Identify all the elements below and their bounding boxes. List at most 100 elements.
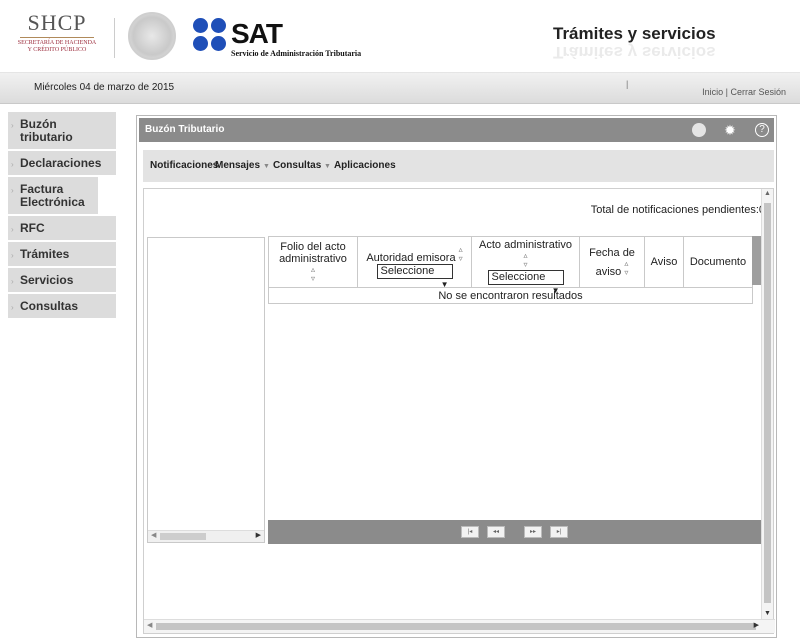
scrollbar-thumb[interactable] [160,533,206,540]
date-bar: Miércoles 04 de marzo de 2015 | Inicio |… [0,72,800,104]
scrollbar-thumb[interactable] [156,623,756,630]
sidebar-item-tramites[interactable]: › Trámites [8,242,116,268]
sat-logo-icon[interactable] [193,18,227,52]
column-header-label: Aviso [650,256,678,268]
sidebar-item-servicios[interactable]: › Servicios [8,268,116,294]
column-header-label: Documento [689,256,747,268]
tab-consultas-label: Consultas [272,160,322,171]
scrollbar-thumb[interactable] [764,203,771,603]
sort-icon[interactable]: ▵ ▿ [523,251,527,269]
caret-down-icon: ▼ [324,163,331,170]
notifications-table: Folio del acto administrativo ▵ ▿ Autorid… [268,236,753,304]
chevron-right-icon: › [11,186,14,195]
chevron-right-icon: › [11,121,14,130]
scroll-left-icon[interactable]: ◀ [151,531,156,539]
scroll-up-icon[interactable]: ▲ [764,190,771,197]
scroll-left-icon[interactable]: ◀ [147,621,152,629]
sidebar-item-rfc[interactable]: › RFC [8,216,116,242]
sort-icon[interactable]: ▵ ▿ [459,245,463,263]
notifications-grid: Folio del acto administrativo ▵ ▿ Autorid… [268,236,762,545]
sat-subtitle: Servicio de Administración Tributaria [231,49,362,58]
sidebar-menu: › Buzón tributario › Declaraciones › Factur… [8,112,116,320]
inicio-link[interactable]: Inicio [702,87,723,97]
session-links: Inicio | Cerrar Sesión [702,87,786,97]
sat-logo[interactable]: SAT Servicio de Administración Tributari… [231,18,362,59]
chevron-right-icon: › [11,225,14,234]
header-divider [114,18,115,58]
column-header-label: Folio del acto administrativo [279,240,347,265]
content-vertical-scrollbar[interactable]: ▲ ▼ [761,189,773,619]
shcp-line1: SECRETARÍA DE HACIENDA [17,40,97,46]
sidebar-item-buzon-tributario[interactable]: › Buzón tributario [8,112,116,151]
cerrar-sesion-link[interactable]: Cerrar Sesión [730,87,786,97]
tree-horizontal-scrollbar[interactable]: ◀ ▶ [148,530,264,542]
shcp-logo-rule [20,37,94,38]
chevron-right-icon: › [11,160,14,169]
acto-filter-select[interactable]: Seleccione ▼ [487,270,564,295]
sidebar-item-label: Factura Electrónica [20,182,85,209]
column-header-fecha[interactable]: Fecha de aviso ▵ ▿ [579,236,645,288]
sidebar-item-consultas[interactable]: › Consultas [8,294,116,320]
help-icon[interactable]: ? [755,123,769,137]
table-row: No se encontraron resultados [268,287,753,304]
grid-pager: |◂ ◂◂ ▸▸ ▸| [268,520,762,544]
notifications-content: Total de notificaciones pendientes:0 ◀ ▶… [143,188,775,634]
column-header-documento: Documento [683,236,753,288]
panel-nav: Notificaciones Mensajes ▼ Consultas ▼ Apli… [143,150,774,182]
sidebar-item-label: Buzón tributario [20,117,73,144]
last-page-button[interactable]: ▸| [550,526,568,538]
scroll-right-icon[interactable]: ▶ [754,621,759,629]
national-seal-icon [128,12,176,60]
column-header-autoridad[interactable]: Autoridad emisora ▵ ▿ Seleccione ▼ [357,236,472,289]
gear-icon[interactable]: ✹ [723,123,737,137]
caret-down-icon: ▼ [263,163,270,170]
sidebar-item-label: Declaraciones [20,156,102,170]
sidebar-item-label: Trámites [20,247,70,261]
page-title: Trámites y servicios [553,24,716,43]
shcp-line2: Y CRÉDITO PÚBLICO [27,47,87,53]
empty-results-message: No se encontraron resultados [268,287,753,304]
sort-icon[interactable]: ▵ ▿ [624,259,628,277]
shcp-logo[interactable]: SHCP SECRETARÍA DE HACIENDA Y CRÉDITO PÚ… [14,12,100,58]
tab-aplicaciones-label: Aplicaciones [333,160,396,171]
column-header-label: Autoridad emisora [366,252,456,264]
sidebar-item-factura-electronica[interactable]: › Factura Electrónica [8,177,98,216]
select-value: Seleccione [491,271,546,283]
first-page-button[interactable]: |◂ [461,526,479,538]
sidebar-item-label: RFC [20,221,45,235]
chevron-right-icon: › [11,251,14,260]
page-title-reflection: Trámites y servicios [553,43,716,62]
panel-title: Buzón Tributario [145,124,225,135]
current-date: Miércoles 04 de marzo de 2015 [34,82,175,93]
sat-acronym: SAT [231,18,283,49]
sidebar-item-label: Consultas [20,299,79,313]
total-pending-notifications: Total de notificaciones pendientes:0 [590,204,765,216]
scroll-down-icon[interactable]: ▼ [764,610,771,617]
sidebar-item-declaraciones[interactable]: › Declaraciones [8,151,116,177]
column-header-label: Acto administrativo [479,239,572,251]
circle-icon[interactable] [692,123,706,137]
tab-notificaciones[interactable]: Notificaciones [150,160,218,171]
select-value: Seleccione [380,265,435,277]
tab-consultas[interactable]: ▼ Consultas [263,160,321,171]
chevron-right-icon: › [11,277,14,286]
column-header-aviso: Aviso [644,236,684,288]
datebar-separator: | [626,79,629,89]
shcp-acronym: SHCP [27,10,87,35]
prev-page-button[interactable]: ◂◂ [487,526,505,538]
chevron-right-icon: › [11,303,14,312]
sort-icon[interactable]: ▵ ▿ [311,265,315,283]
folder-tree[interactable]: ◀ ▶ [147,237,265,543]
sidebar-item-label: Servicios [20,273,74,287]
scroll-right-icon[interactable]: ▶ [256,531,261,539]
content-horizontal-scrollbar[interactable]: ◀ ▶ [144,619,775,633]
buzon-panel: Buzón Tributario ✹ ? Notificaciones Mens… [136,115,777,638]
tab-aplicaciones[interactable]: ▼ Aplicaciones [324,160,396,171]
column-header-acto[interactable]: Acto administrativo ▵ ▿ Seleccione ▼ [471,236,580,295]
autoridad-filter-select[interactable]: Seleccione ▼ [376,264,453,289]
next-page-button[interactable]: ▸▸ [524,526,542,538]
table-header-row: Folio del acto administrativo ▵ ▿ Autorid… [268,236,753,295]
tab-mensajes[interactable]: Mensajes [215,160,260,171]
column-header-folio[interactable]: Folio del acto administrativo ▵ ▿ [268,236,358,288]
site-header: SHCP SECRETARÍA DE HACIENDA Y CRÉDITO PÚ… [0,0,800,72]
